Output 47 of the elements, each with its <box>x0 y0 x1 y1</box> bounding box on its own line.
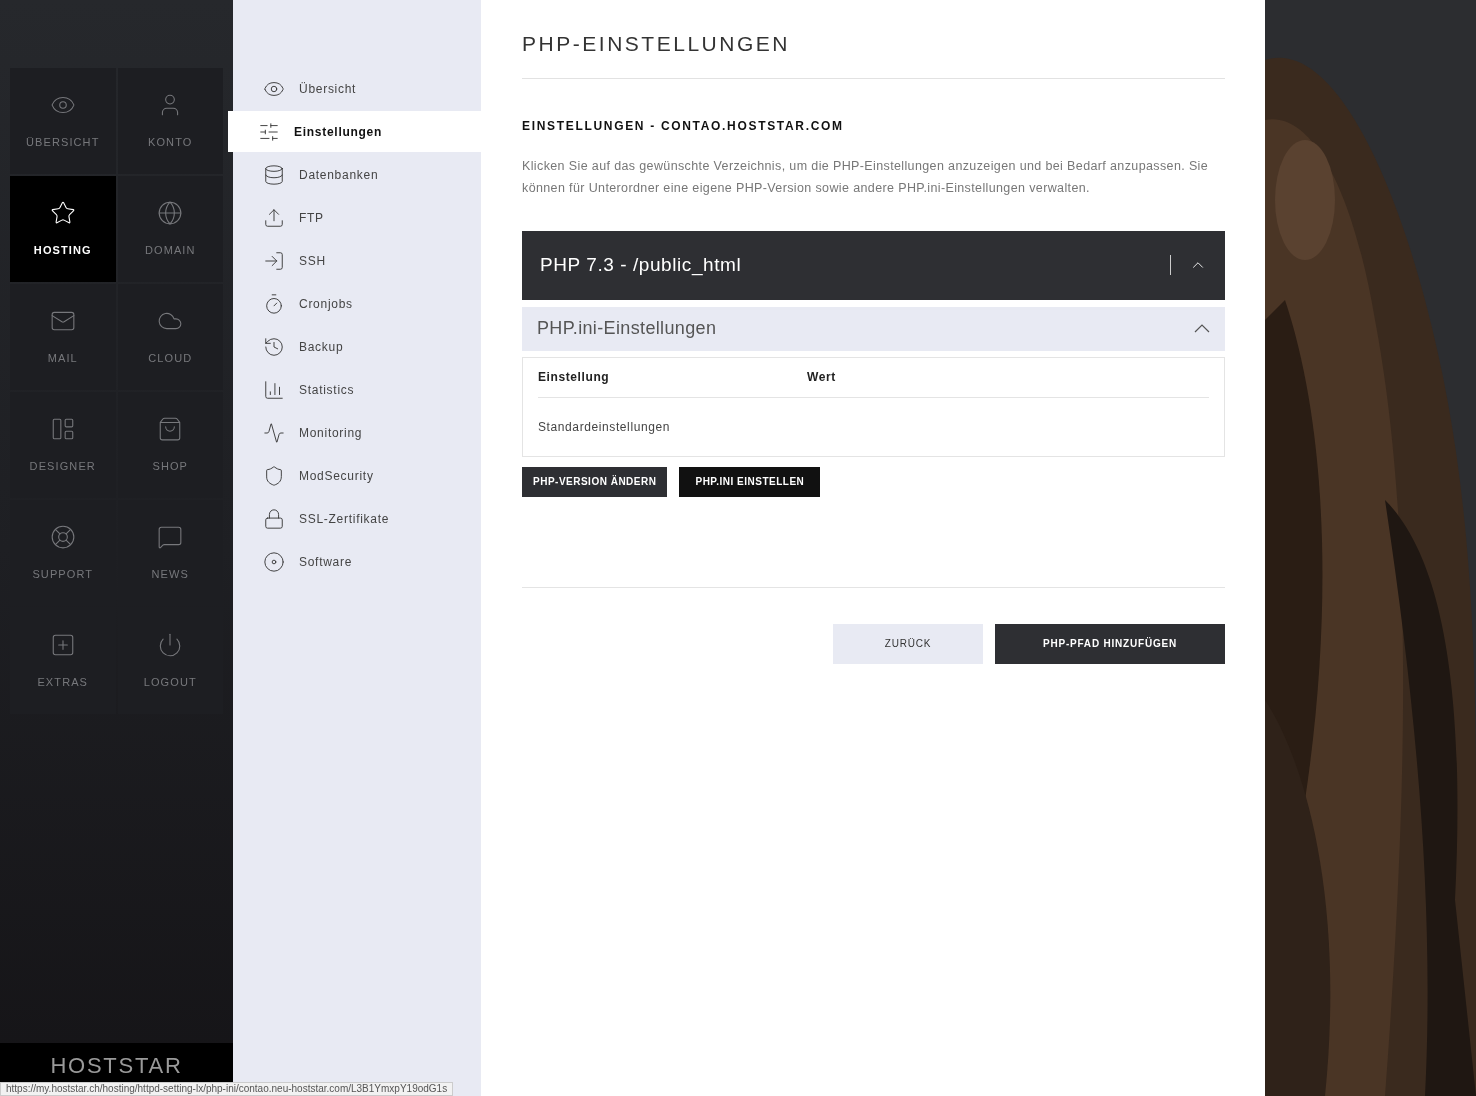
history-icon <box>263 335 285 358</box>
nav-item[interactable]: ModSecurity <box>233 455 486 496</box>
sliders-icon <box>258 120 280 143</box>
disc-icon <box>263 550 285 573</box>
nav-item[interactable]: Cronjobs <box>233 283 486 324</box>
menu-tile[interactable]: MAIL <box>10 284 116 390</box>
stopwatch-icon <box>263 292 285 315</box>
nav-item[interactable]: FTP <box>233 197 486 238</box>
page-title: PHP-EINSTELLUNGEN <box>522 28 1225 79</box>
nav-item[interactable]: Einstellungen <box>228 111 481 152</box>
menu-tile[interactable]: DOMAIN <box>117 176 223 282</box>
menu-tile[interactable]: HOSTING <box>10 176 116 282</box>
footer-button[interactable]: ZURÜCK <box>833 623 983 664</box>
shield-icon <box>263 464 285 487</box>
table-cell-text: Standardeinstellungen <box>538 418 672 436</box>
menu-tile[interactable]: KONTO <box>117 68 223 174</box>
column-header: Einstellung <box>538 369 611 386</box>
pulse-icon <box>263 421 285 444</box>
menu-tile[interactable]: CLOUD <box>117 284 223 390</box>
footer-button[interactable]: PHP-PFAD HINZUFÜGEN <box>995 623 1225 664</box>
action-button[interactable]: PHP.INI EINSTELLEN <box>679 466 821 497</box>
upload-icon <box>263 206 285 229</box>
menu-tile[interactable]: ÜBERSICHT <box>10 68 116 174</box>
bar-chart-icon <box>263 378 285 401</box>
accordion-header[interactable]: PHP.ini-Einstellungen <box>522 306 1225 351</box>
login-icon <box>263 249 285 272</box>
status-bar: https://my.hoststar.ch/hosting/httpd-setting-lx/php-ini/contao.neu-hoststar.com/L3B1YmxpY19odG1s <box>0 1082 454 1096</box>
nav-item[interactable]: SSH <box>233 240 486 281</box>
lock-icon <box>263 507 285 530</box>
nav-item[interactable]: Monitoring <box>233 412 486 453</box>
section-title: EINSTELLUNGEN - CONTAO.HOSTSTAR.COM <box>522 117 845 135</box>
nav-item[interactable]: Statistics <box>233 369 486 410</box>
lifebuoy-icon <box>49 523 76 550</box>
nav-item[interactable]: Backup <box>233 326 486 367</box>
globe-icon <box>157 199 184 226</box>
nav-item[interactable]: Datenbanken <box>233 154 486 195</box>
star-icon <box>49 199 76 226</box>
accordion-header[interactable]: PHP 7.3 - /public_html <box>522 230 1225 300</box>
logo: HOSTSTAR <box>50 1055 183 1077</box>
description-text: Klicken Sie auf das gewünschte Verzeichnis, um die PHP-Einstellungen anzuzeigen und bei Bedarf anzupassen. Sie können für Unterordner eine eigene PHP-Version sowie andere PHP.ini-Einstellungen verwalten. <box>522 157 1210 197</box>
chevron-up-icon <box>1194 324 1210 333</box>
nav-item[interactable]: SSL-Zertifikate <box>233 498 486 539</box>
nav-item[interactable]: Übersicht <box>233 68 486 109</box>
nav-item[interactable]: Software <box>233 541 486 582</box>
database-icon <box>263 163 285 186</box>
action-button[interactable]: PHP-VERSION ÄNDERN <box>522 466 668 497</box>
column-header: Wert <box>807 369 836 386</box>
